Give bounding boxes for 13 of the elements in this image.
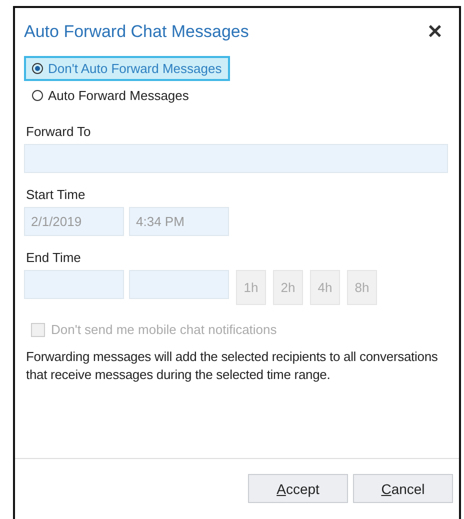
- field-label: Start Time: [26, 187, 86, 202]
- date-field[interactable]: [24, 270, 124, 299]
- info-text: Forwarding messages will add the selected recipients to all conversations that receive messages during the selected time range.: [26, 348, 439, 384]
- radio-option[interactable]: Auto Forward Messages: [24, 83, 197, 108]
- field-label: End Time: [26, 250, 82, 265]
- field-label: Forward To: [26, 124, 92, 139]
- dialog-title: Auto Forward Chat Messages: [24, 22, 249, 42]
- close-button[interactable]: ✕: [423, 20, 447, 44]
- input-field[interactable]: [24, 144, 448, 173]
- time-field[interactable]: [129, 270, 229, 299]
- radio-option[interactable]: Don't Auto Forward Messages: [24, 56, 230, 81]
- accept-button[interactable]: Accept: [248, 474, 348, 503]
- cancel-button[interactable]: Cancel: [353, 474, 453, 503]
